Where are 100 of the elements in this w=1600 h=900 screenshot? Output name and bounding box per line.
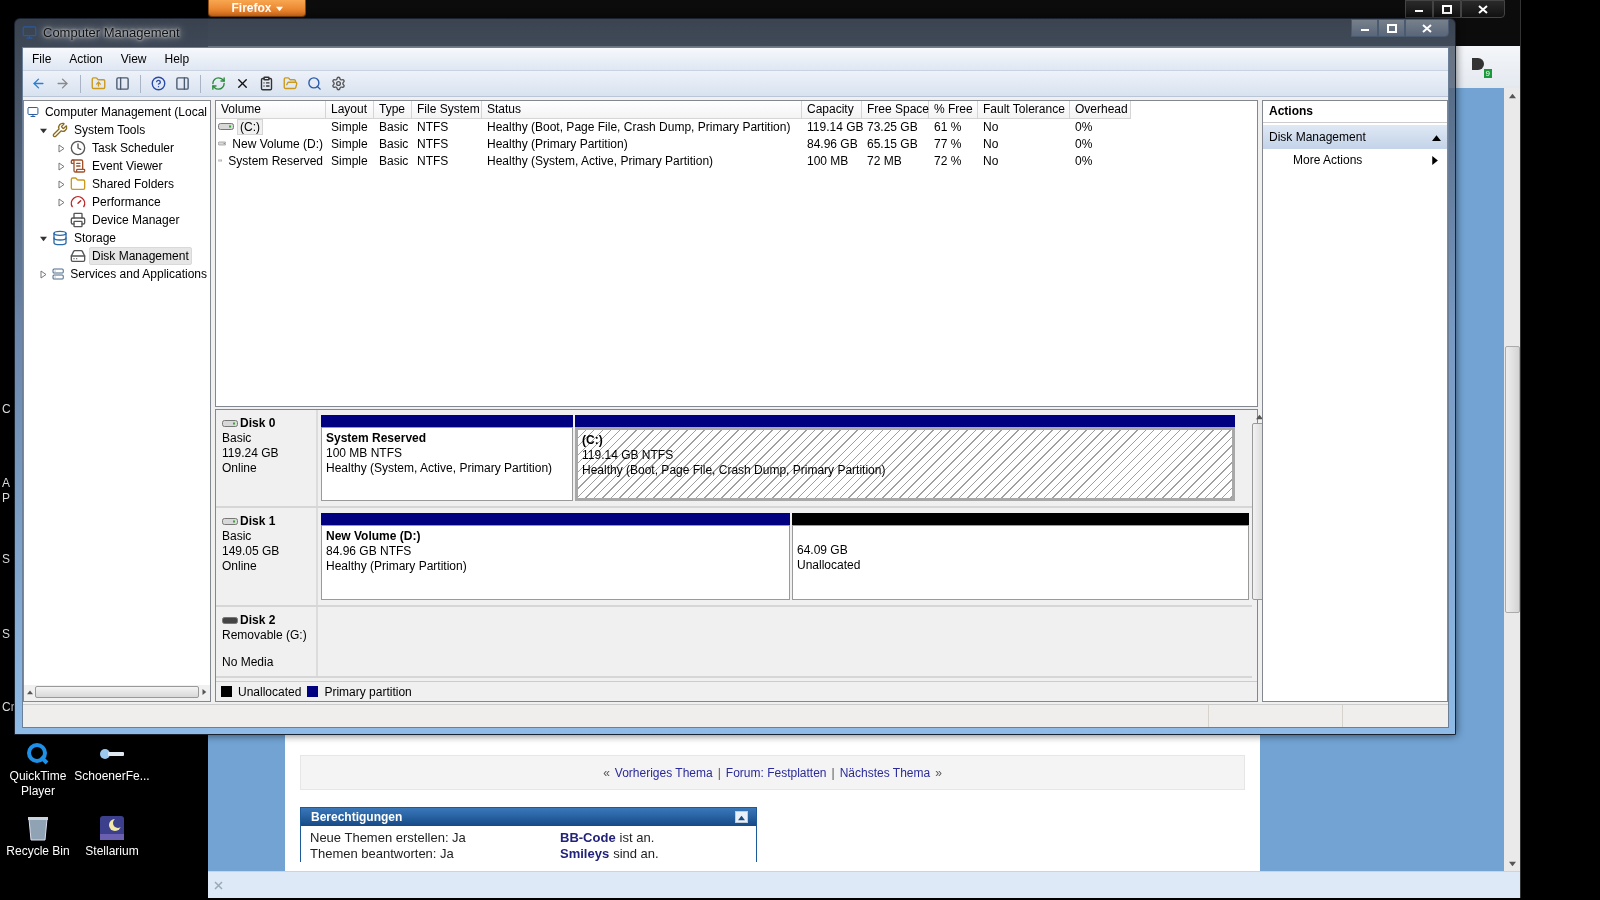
legend-label: Unallocated [238,684,302,699]
folder-icon [70,176,86,192]
partition-name: System Reserved [326,431,428,446]
scroll-thumb[interactable] [1504,346,1520,613]
column-header[interactable]: Volume [216,101,326,119]
toolbar-button[interactable] [329,74,348,93]
tree-item[interactable]: Performance [89,193,164,211]
separator-text: | [831,765,835,780]
menu-item[interactable]: File [23,52,61,66]
desktop-label: P [2,491,10,505]
disk-status: Online [222,559,258,574]
tree-item[interactable]: Disk Management [89,247,192,265]
page-scrollbar[interactable] [1504,88,1520,871]
drive-icon [222,517,238,526]
tree-item[interactable]: Shared Folders [89,175,178,193]
tree-item[interactable]: Computer Management (Local [41,103,210,121]
desktop-icon-label[interactable]: SchoenerFe... [74,769,150,784]
tree-item[interactable]: Storage [71,229,120,247]
close-button[interactable] [1461,0,1505,18]
column-header[interactable]: Layout [326,101,374,119]
permission-text: Neue Themen erstellen: Ja [310,830,467,846]
separator-text: | [717,765,721,780]
scroll-up-icon [1508,92,1516,99]
caret-up-icon [1432,132,1441,142]
gauge-icon [70,194,86,210]
minimize-button[interactable] [1351,19,1378,37]
nav-link[interactable]: Vorheriges Thema [614,765,713,780]
tree-item[interactable]: Task Scheduler [89,139,178,157]
toolbar-button[interactable] [113,74,132,93]
table-cell-text: 119.14 GB [806,119,862,134]
horizontal-scrollbar[interactable] [24,685,210,701]
desktop-icon-label[interactable]: QuickTime Player [2,769,74,799]
tree-item[interactable]: Services and Applications [67,265,210,283]
desktop-icon-label[interactable]: Stellarium [85,844,139,859]
ring-icon [26,742,50,766]
column-header[interactable]: % Free [929,101,978,119]
menu-item[interactable]: View [111,52,156,66]
menu-item[interactable]: Help [155,52,199,66]
table-cell-text: No [982,119,1000,134]
nav-link[interactable]: Forum: Festplatten [725,765,827,780]
partition-block[interactable]: 64.09 GB Unallocated [792,525,1249,600]
permission-text: Themen beantworten: Ja [310,846,455,862]
column-header[interactable]: Fault Tolerance [978,101,1070,119]
maximize-button[interactable] [1378,19,1405,37]
nav-link[interactable]: Nächstes Thema [839,765,931,780]
desktop-label: S [2,627,10,641]
scroll-thumb[interactable] [35,686,199,698]
action-item[interactable]: More Actions [1263,149,1447,171]
bin-icon [27,815,49,841]
disk-name: Disk 0 [222,416,310,431]
clock-icon [70,140,86,156]
maximize-button[interactable] [1433,0,1461,18]
arrow-text: » [935,765,942,780]
arrow-text: « [603,765,610,780]
partition-block[interactable]: (C:) 119.14 GB NTFS Healthy (Boot, Page File, Crash Dump, Primary Partition) [575,427,1235,501]
toolbar-button[interactable] [149,74,168,93]
tree-item[interactable]: Event Viewer [89,157,166,175]
expanded-icon [39,234,47,242]
help-icon [151,76,166,91]
collapse-button[interactable] [735,811,748,823]
column-header[interactable]: Capacity [802,101,862,119]
table-cell-text: 100 MB [806,153,850,168]
addon-button[interactable]: 9 [1470,56,1492,78]
disk-size: 119.24 GB [222,446,280,461]
column-header[interactable]: Type [374,101,412,119]
panel-icon [175,76,190,91]
partition-status: Healthy (Primary Partition) [326,559,468,574]
close-button[interactable] [1405,19,1449,37]
collapsed-icon [39,269,47,279]
open-folder-icon [283,76,298,91]
partition-size: 119.14 GB NTFS [582,448,675,463]
help-link[interactable]: Smileys [560,846,610,862]
tree-item[interactable]: Device Manager [89,211,183,229]
table-cell-text: 84.96 GB [806,136,859,151]
toolbar-button[interactable] [173,74,192,93]
tree-item[interactable]: System Tools [71,121,149,139]
settings-icon [331,76,346,91]
actions-section[interactable]: Disk Management [1263,125,1447,149]
disk-type: Removable (G:) [222,628,308,643]
drive-icon [222,419,238,428]
table-cell-text: Healthy (Boot, Page File, Crash Dump, Primary Partition) [486,119,792,134]
minimize-button[interactable] [1405,0,1433,18]
partition-block[interactable]: New Volume (D:) 84.96 GB NTFS Healthy (Primary Partition) [321,525,790,600]
column-header[interactable]: File System [412,101,482,119]
menu-item[interactable]: Action [60,52,112,66]
help-link[interactable]: BB-Code [560,830,616,846]
desktop-icon-label[interactable]: Recycle Bin [6,844,70,859]
table-cell[interactable]: New Volume (D:) [229,135,326,152]
moon-icon [99,815,125,841]
partition-status: Healthy (System, Active, Primary Partition) [326,461,554,476]
delete-icon [235,76,250,91]
disk-type: Basic [222,431,253,446]
partition-block[interactable]: System Reserved 100 MB NTFS Healthy (System, Active, Primary Partition) [321,427,573,501]
column-header[interactable]: Overhead [1070,101,1131,119]
computer-icon [22,24,37,40]
column-header[interactable]: Status [482,101,802,119]
table-cell[interactable]: System Reserved [225,152,326,169]
printer-icon [70,212,86,228]
disk-name: Disk 2 [222,613,310,628]
column-header[interactable]: Free Space [862,101,929,119]
